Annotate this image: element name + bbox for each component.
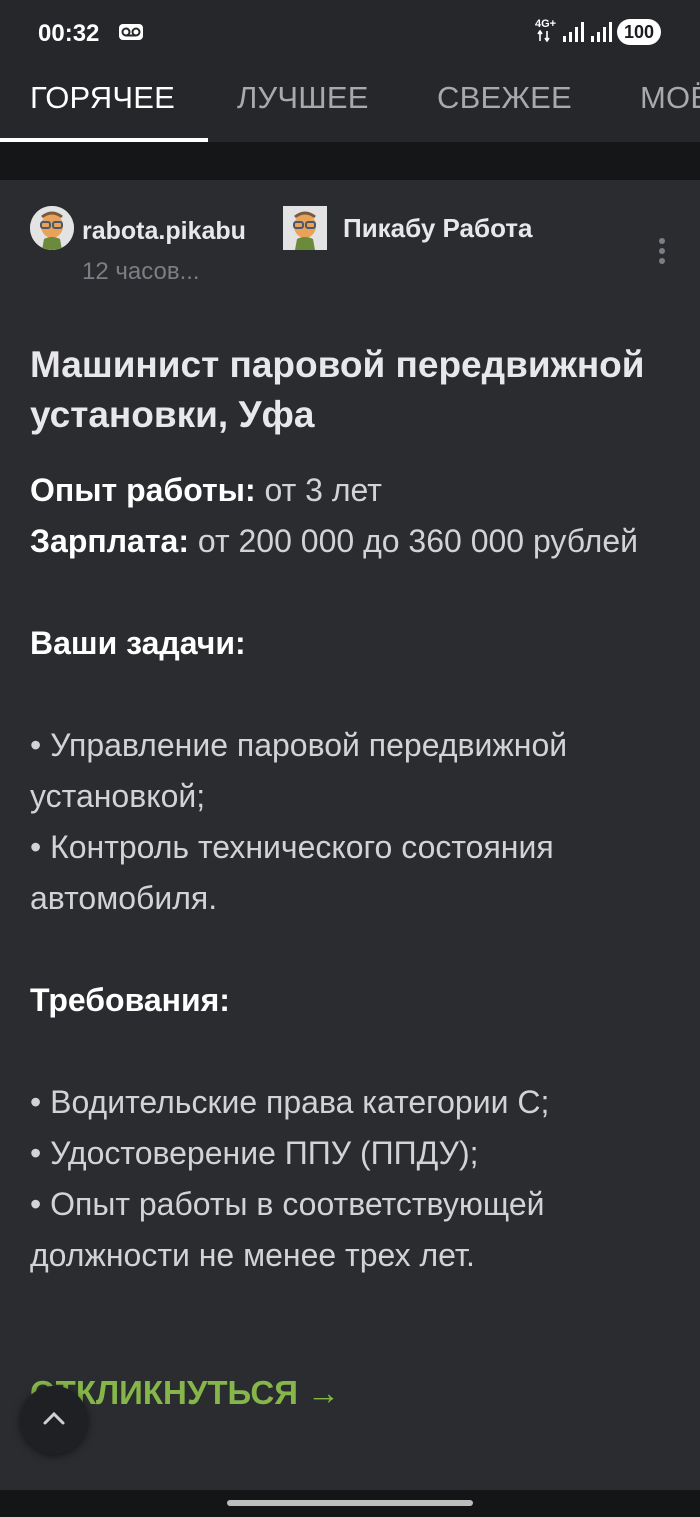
network-label: 4G+ bbox=[535, 18, 557, 30]
status-time: 00:32 bbox=[38, 20, 100, 47]
avatar-icon bbox=[30, 206, 74, 250]
task-item: • Контроль технического состояния автомо… bbox=[30, 829, 554, 916]
tab-fresh[interactable]: СВЕЖЕЕ bbox=[437, 80, 572, 116]
experience-label: Опыт работы: bbox=[30, 472, 256, 508]
author-avatar[interactable] bbox=[30, 206, 74, 250]
experience-line: Опыт работы: от 3 лет bbox=[30, 465, 680, 516]
salary-value: от 200 000 до 360 000 рублей bbox=[188, 523, 639, 559]
feed-tabs: ГОРЯЧЕЕ ЛУЧШЕЕ СВЕЖЕЕ МОЁ bbox=[0, 66, 700, 142]
community-avatar[interactable] bbox=[283, 206, 327, 250]
voicemail-icon bbox=[119, 24, 143, 40]
tasks-heading: Ваши задачи: bbox=[30, 625, 246, 661]
signal-icon bbox=[563, 22, 584, 42]
more-options-icon[interactable] bbox=[650, 236, 674, 268]
salary-label: Зарплата: bbox=[30, 523, 189, 559]
data-arrows-icon bbox=[537, 30, 550, 42]
tab-mine[interactable]: МОЁ bbox=[640, 80, 700, 116]
requirement-item: • Опыт работы в соответствующей должност… bbox=[30, 1186, 545, 1273]
salary-line: Зарплата: от 200 000 до 360 000 рублей bbox=[30, 516, 680, 567]
author-name[interactable]: rabota.pikabu bbox=[82, 217, 246, 246]
post-title[interactable]: Машинист паровой передвижной установки, … bbox=[30, 340, 670, 440]
community-name[interactable]: Пикабу Работа bbox=[343, 213, 533, 244]
signal-icon-2 bbox=[591, 22, 612, 42]
battery-indicator: 100 bbox=[617, 19, 661, 45]
requirement-item: • Удостоверение ППУ (ППДУ); bbox=[30, 1135, 479, 1171]
task-item: • Управление паровой передвижной установ… bbox=[30, 727, 568, 814]
tab-best[interactable]: ЛУЧШЕЕ bbox=[237, 80, 369, 116]
network-type: 4G+ bbox=[535, 19, 556, 42]
status-bar: 00:32 4G+ 100 bbox=[0, 0, 700, 66]
experience-value: от 3 лет bbox=[255, 472, 382, 508]
tab-hot[interactable]: ГОРЯЧЕЕ bbox=[30, 80, 175, 116]
scroll-top-button[interactable] bbox=[20, 1386, 88, 1454]
divider bbox=[0, 142, 700, 180]
community-icon bbox=[283, 206, 327, 250]
requirements-heading: Требования: bbox=[30, 982, 230, 1018]
home-indicator[interactable] bbox=[227, 1500, 473, 1506]
requirement-item: • Водительские права категории С; bbox=[30, 1084, 550, 1120]
post-body: Опыт работы: от 3 лет Зарплата: от 200 0… bbox=[30, 465, 680, 1281]
post-time: 12 часов... bbox=[82, 258, 200, 285]
system-nav-bar bbox=[0, 1490, 700, 1517]
chevron-up-icon bbox=[43, 1411, 65, 1425]
